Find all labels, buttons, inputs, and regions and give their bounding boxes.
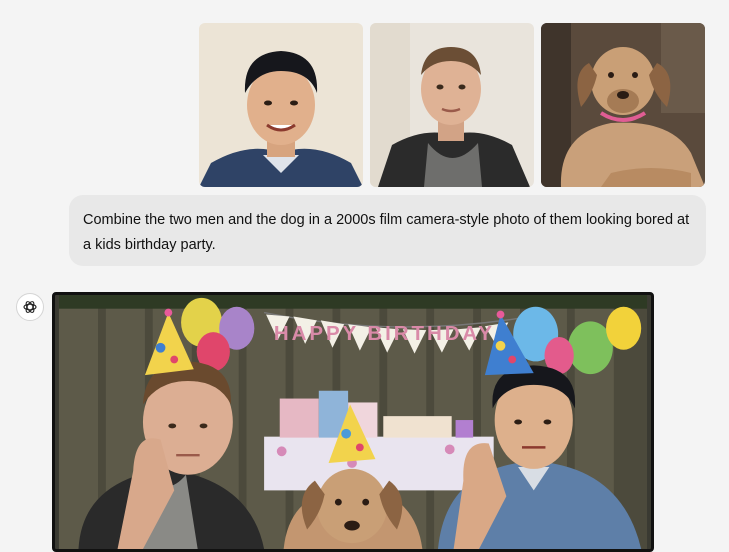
banner-text: HAPPY BIRTHDAY bbox=[274, 322, 495, 345]
attachment-man-one[interactable] bbox=[199, 23, 363, 187]
openai-logo-icon bbox=[16, 293, 44, 321]
openai-logo-glyph bbox=[23, 301, 37, 313]
man-one-photo bbox=[199, 23, 363, 187]
user-message-text: Combine the two men and the dog in a 200… bbox=[83, 212, 690, 253]
user-message-bubble: Combine the two men and the dog in a 200… bbox=[69, 195, 706, 266]
generated-birthday-photo: HAPPY BIRTHDAY bbox=[58, 295, 648, 549]
attachments-row bbox=[199, 23, 705, 187]
attachment-dog[interactable] bbox=[541, 23, 705, 187]
dog-photo bbox=[541, 23, 705, 187]
generated-image[interactable]: HAPPY BIRTHDAY bbox=[52, 292, 654, 552]
attachment-man-two[interactable] bbox=[370, 23, 534, 187]
man-two-photo bbox=[370, 23, 534, 187]
